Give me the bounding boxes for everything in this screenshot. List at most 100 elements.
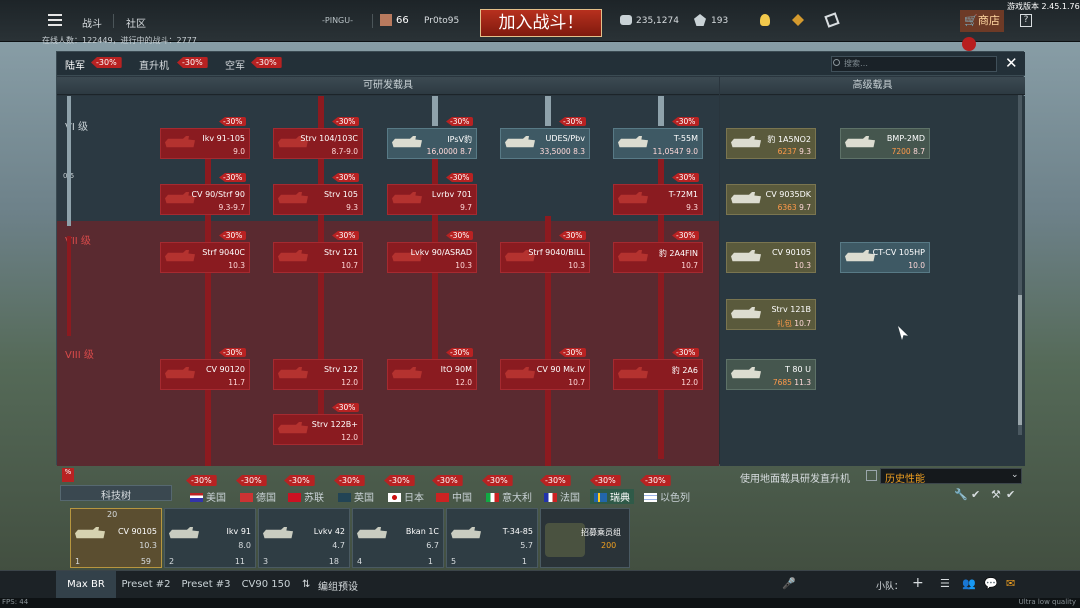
history-dropdown[interactable]: 历史性能 ⌄ [880,468,1022,485]
avatar[interactable] [380,14,392,26]
crew-slot[interactable]: 20 CV 90105 10.3 1 59 [70,508,162,568]
vehicle-card[interactable]: -30% Strv 105 9.3 [273,173,363,215]
vehicle-card[interactable]: -30% CV 90/Strf 90 9.3-9.7 [160,173,250,215]
research-heli-checkbox[interactable] [866,470,877,481]
vehicle-cost: 6237 [777,147,797,156]
crew-slot[interactable]: T-34-85 5.7 5 1 [446,508,538,568]
vehicle-card[interactable]: -30% Strf 9040C 10.3 [160,231,250,273]
list-icon[interactable]: ☰ [940,577,950,590]
tab-country-usa[interactable]: 美国 [190,489,226,504]
vehicle-br: 12.0 [341,433,358,442]
scrollbar[interactable] [1018,95,1022,435]
player-name[interactable]: Pr0to95 [424,16,459,26]
silver-lions-icon [620,15,632,25]
recruit-crew-slot[interactable]: 招募乘员组 200 [540,508,630,568]
tech-tree-button[interactable]: 科技树 [60,485,172,502]
discount-badge: -30% [446,117,474,126]
tank-icon [618,192,648,204]
tab-country-france[interactable]: 法国 [544,489,580,504]
vehicle-card[interactable]: -30% 豹 2A4FIN 10.7 [613,231,703,273]
tank-icon [845,136,875,148]
vehicle-card[interactable]: -30% Strv 104/103C 8.7-9.0 [273,117,363,159]
premium-icon[interactable] [792,14,804,26]
tab-country-japan[interactable]: 日本 [388,489,424,504]
vehicle-br: 10.7 [794,319,811,328]
play-button[interactable]: 加入战斗！ [480,9,602,37]
scrollbar-thumb[interactable] [1018,295,1022,425]
microphone-icon[interactable]: 🎤 [782,577,796,590]
vehicle-card[interactable]: -30% Strv 122B+ 12.0 [273,403,363,445]
tab-country-britain[interactable]: 英国 [338,489,374,504]
crew-slot[interactable]: Lvkv 42 4.7 3 18 [258,508,350,568]
close-icon[interactable]: ✕ [1005,54,1018,72]
tab-country-italy[interactable]: 意大利 [486,489,532,504]
premium-card[interactable]: BMP-2MD 7200 8.7 [840,128,930,159]
tab-preset-maxbr[interactable]: Max BR [56,571,116,599]
tab-preset-3[interactable]: Preset #3 [176,571,236,599]
add-squad-icon[interactable]: + [912,575,924,591]
shop-button[interactable]: 🛒商店 [960,10,1004,32]
vehicle-card[interactable]: -30% UDES/Pbv 33,5000 8.3 [500,117,590,159]
premium-card[interactable]: CT-CV 105HP 10.0 [840,242,930,273]
vehicle-card[interactable]: -30% CV 90120 11.7 [160,348,250,390]
premium-card[interactable]: Strv 121B 礼包 10.7 [726,299,816,330]
vehicle-br: 11.7 [228,378,245,387]
search-input[interactable]: 搜索… [831,56,997,72]
lightbulb-icon[interactable] [760,14,770,26]
friends-icon[interactable]: 👥 [962,577,976,590]
tab-country-china[interactable]: 中国 [436,489,472,504]
chat-icon[interactable]: 💬 [984,577,998,590]
country-label: 美国 [206,493,226,504]
vehicle-card[interactable]: -30% Ikv 91-105 9.0 [160,117,250,159]
vehicle-card[interactable]: -30% Lvrbv 701 9.7 [387,173,477,215]
community-menu[interactable]: 社区 [126,15,146,30]
vehicle-card[interactable]: -30% 豹 2A6 12.0 [613,348,703,390]
premium-card[interactable]: CV 90105 10.3 [726,242,816,273]
tab-helicopters[interactable]: 直升机 [139,57,169,72]
checkmark-icon[interactable]: ✔ [971,488,980,501]
tech-tree-label: 科技树 [101,491,131,502]
vehicle-card[interactable]: -30% CV 90 Mk.IV 10.7 [500,348,590,390]
menu-icon[interactable] [48,14,62,26]
tab-aircraft[interactable]: 空军 [225,57,245,72]
crew-slot[interactable]: Bkan 1C 6.7 4 1 [352,508,444,568]
swap-icon[interactable]: ⇅ [302,579,310,590]
country-label: 法国 [560,493,580,504]
tab-country-ussr[interactable]: 苏联 [288,489,324,504]
discount-badge: -30% [284,475,315,486]
tank-icon [618,250,648,262]
premium-card[interactable]: T 80 U 7685 11.3 [726,359,816,390]
coupon-icon[interactable] [824,12,840,28]
repair-all-icon[interactable]: ⚒ [991,488,1001,501]
vehicle-card[interactable]: -30% T-72M1 9.3 [613,173,703,215]
tab-country-sweden[interactable]: 瑞典 [590,489,634,504]
vehicle-card[interactable]: -30% Lvkv 90/ASRAD 10.3 [387,231,477,273]
tab-country-germany[interactable]: 德国 [240,489,276,504]
discount-badge: -30% [482,475,513,486]
vehicle-card[interactable]: Strv 122 12.0 [273,359,363,390]
help-icon[interactable]: ? [1020,14,1032,27]
vehicle-card[interactable]: -30% Strf 9040/BILL 10.3 [500,231,590,273]
premium-card[interactable]: 豹 1A5NO2 6237 9.3 [726,128,816,159]
tab-preset-cv90[interactable]: CV90 150 [236,571,296,599]
checkmark-icon[interactable]: ✔ [1006,488,1015,501]
wrench-icon[interactable]: 🔧 [954,488,968,501]
vehicle-card[interactable]: -30% Strv 121 10.7 [273,231,363,273]
edit-preset-button[interactable]: 编组预设 [318,578,358,593]
discount-badge: -30% [334,475,365,486]
tank-icon [75,527,105,539]
tab-ground[interactable]: 陆军 [65,57,85,72]
crew-slot[interactable]: Ikv 91 8.0 2 11 [164,508,256,568]
tree-line [545,96,551,126]
vehicle-card[interactable]: -30% IPsV豹 16,0000 8.7 [387,117,477,159]
fps-counter: FPS: 44 [2,598,29,606]
premium-card[interactable]: CV 9035DK 6363 9.7 [726,184,816,215]
crew-vehicle-name: T-34-85 [502,527,533,536]
tab-preset-2[interactable]: Preset #2 [116,571,176,599]
battle-menu[interactable]: 战斗 [82,15,102,30]
alert-icon[interactable] [962,37,976,51]
vehicle-card[interactable]: -30% ItO 90M 12.0 [387,348,477,390]
mail-icon[interactable]: ✉ [1006,577,1015,590]
tab-country-israel[interactable]: 以色列 [644,489,690,504]
vehicle-card[interactable]: -30% T-55M 11,0547 9.0 [613,117,703,159]
